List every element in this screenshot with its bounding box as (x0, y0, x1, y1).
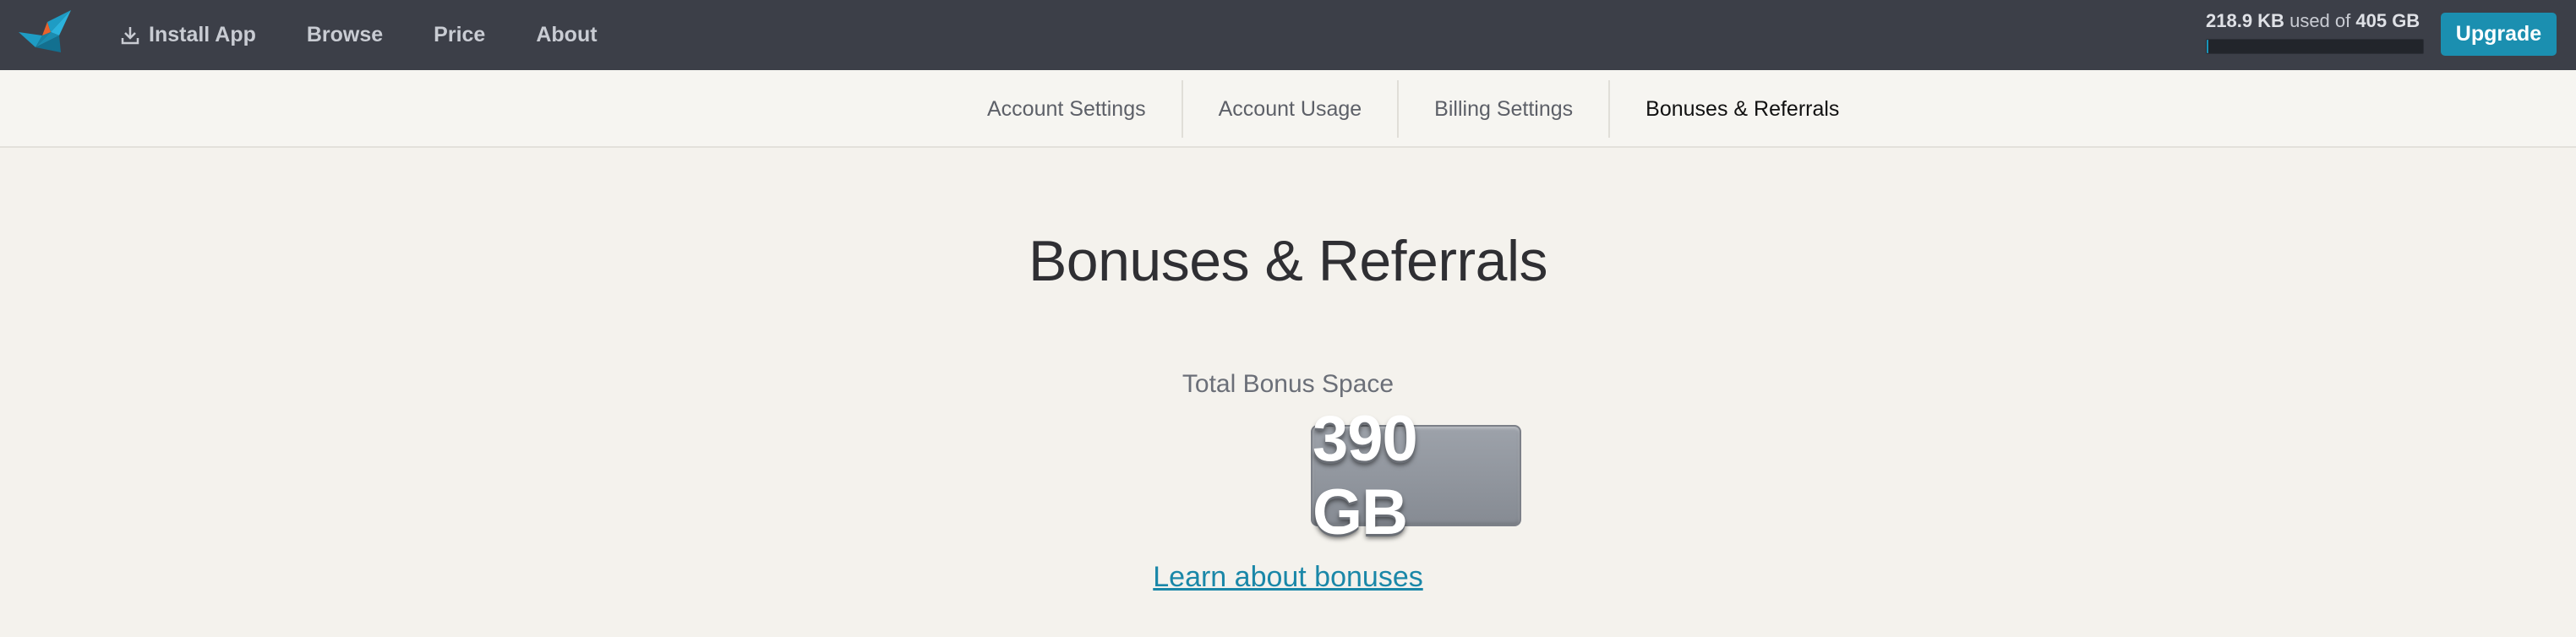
total-bonus-space-label: Total Bonus Space (1182, 370, 1394, 398)
install-app-label: Install App (149, 23, 256, 46)
tab-account-usage[interactable]: Account Usage (1183, 80, 1400, 138)
learn-about-bonuses-link[interactable]: Learn about bonuses (1153, 561, 1422, 593)
account-subnav: Account Settings Account Usage Billing S… (0, 70, 2576, 148)
about-link[interactable]: About (536, 23, 597, 47)
upgrade-button[interactable]: Upgrade (2441, 13, 2557, 56)
storage-usage-text: 218.9 KB used of 405 GB (2206, 10, 2424, 32)
storage-usage-fill (2207, 40, 2209, 53)
tab-account-settings[interactable]: Account Settings (952, 80, 1183, 138)
storage-usage-bar (2206, 39, 2424, 54)
about-label: About (536, 23, 598, 46)
top-navigation-bar: Install App Browse Price About 218.9 KB … (0, 0, 2576, 70)
storage-total: 405 GB (2355, 10, 2420, 31)
install-app-link[interactable]: Install App (120, 23, 256, 47)
tab-bonuses-referrals[interactable]: Bonuses & Referrals (1610, 80, 1875, 138)
total-bonus-space-value: 390 GB (1311, 403, 1521, 548)
storage-used-of: used of (2289, 10, 2351, 31)
price-link[interactable]: Price (434, 23, 485, 47)
browse-label: Browse (306, 23, 384, 46)
price-label: Price (434, 23, 486, 46)
storage-used: 218.9 KB (2206, 10, 2284, 31)
main-nav: Install App Browse Price About (120, 0, 648, 70)
account-tabs: Account Settings Account Usage Billing S… (952, 80, 1875, 138)
browse-link[interactable]: Browse (307, 23, 383, 47)
storage-usage[interactable]: 218.9 KB used of 405 GB (2206, 10, 2424, 54)
learn-about-bonuses-container: Learn about bonuses (0, 561, 2576, 594)
download-icon (121, 26, 139, 44)
page-title: Bonuses & Referrals (1028, 229, 1548, 293)
tab-billing-settings[interactable]: Billing Settings (1399, 80, 1611, 138)
crane-logo-icon[interactable] (17, 7, 78, 57)
